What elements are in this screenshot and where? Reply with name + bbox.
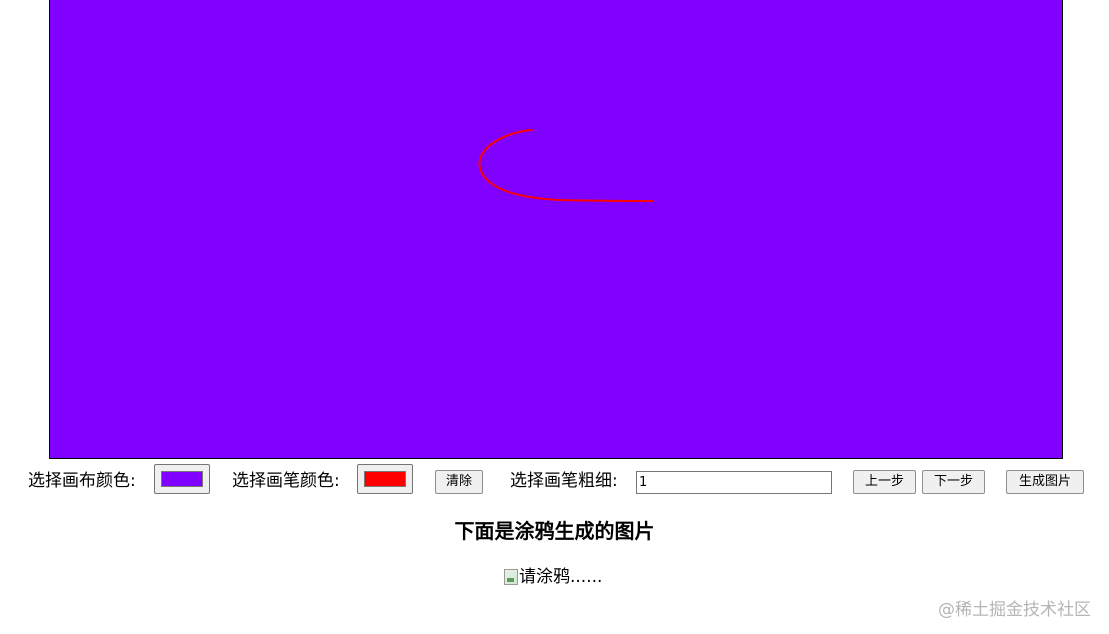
watermark: @稀土掘金技术社区 <box>938 600 1091 620</box>
generated-image: 请涂鸦...... <box>504 566 602 588</box>
generate-image-button[interactable]: 生成图片 <box>1006 470 1084 494</box>
image-alt-text: 请涂鸦...... <box>519 567 603 587</box>
redo-button[interactable]: 下一步 <box>922 470 985 494</box>
pen-color-picker[interactable] <box>357 464 413 494</box>
pen-color-label: 选择画笔颜色: <box>232 471 340 491</box>
canvas-color-label: 选择画布颜色: <box>28 471 136 491</box>
canvas-color-picker[interactable] <box>154 464 210 494</box>
canvas-svg[interactable] <box>50 0 1062 458</box>
pen-width-label: 选择画笔粗细: <box>510 471 618 491</box>
canvas-background <box>50 0 1062 458</box>
pen-color-swatch <box>364 471 406 487</box>
clear-button[interactable]: 清除 <box>435 470 483 494</box>
pen-width-input[interactable] <box>636 471 832 494</box>
result-heading: 下面是涂鸦生成的图片 <box>454 519 655 543</box>
drawing-canvas[interactable] <box>49 0 1063 459</box>
canvas-color-swatch <box>161 471 203 487</box>
undo-button[interactable]: 上一步 <box>853 470 916 494</box>
broken-image-icon <box>504 569 518 585</box>
